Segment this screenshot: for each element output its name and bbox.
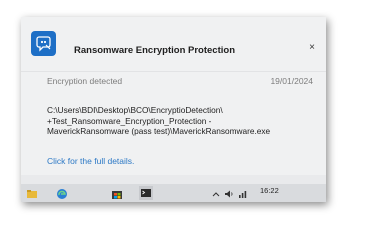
- store-icon[interactable]: [111, 187, 123, 199]
- edge-browser-icon[interactable]: [56, 187, 68, 199]
- taskbar-clock[interactable]: 16:22: [260, 186, 279, 195]
- full-details-link[interactable]: Click for the full details.: [47, 156, 134, 166]
- notification-header: Ransomware Encryption Protection ×: [21, 17, 326, 70]
- network-icon[interactable]: [238, 187, 248, 199]
- screenshot-frame: Ransomware Encryption Protection × Encry…: [0, 0, 371, 241]
- taskbar: 16:22: [21, 184, 326, 202]
- volume-icon[interactable]: [224, 187, 234, 199]
- header-divider: [21, 71, 326, 72]
- detected-file-path: C:\Users\BDI\Desktop\BCO\EncryptioDetect…: [47, 105, 317, 137]
- chevron-up-icon[interactable]: [212, 187, 220, 199]
- path-line: C:\Users\BDI\Desktop\BCO\EncryptioDetect…: [47, 105, 223, 115]
- path-line: MaverickRansomware (pass test)\MaverickR…: [47, 126, 271, 137]
- path-line: +Test_Ransomware_Encryption_Protection -: [47, 115, 212, 126]
- notification-date: 19/01/2024: [270, 76, 313, 86]
- notification-app-title: Ransomware Encryption Protection: [74, 45, 236, 56]
- shield-key-icon: [31, 31, 56, 56]
- terminal-icon[interactable]: [139, 186, 153, 200]
- file-explorer-icon[interactable]: [26, 187, 38, 199]
- notification-subtitle: Encryption detected: [47, 76, 123, 86]
- toast-notification[interactable]: Ransomware Encryption Protection × Encry…: [21, 17, 326, 175]
- notification-subtitle-row: Encryption detected 19/01/2024: [47, 76, 313, 88]
- close-button[interactable]: ×: [306, 42, 318, 54]
